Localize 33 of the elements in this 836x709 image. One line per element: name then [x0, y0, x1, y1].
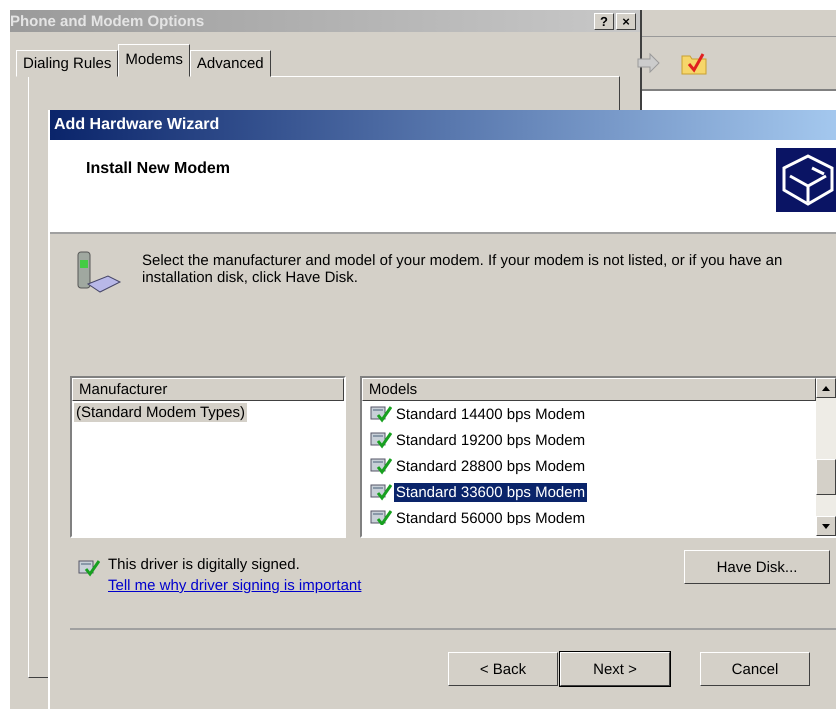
list-item[interactable]: (Standard Modem Types) — [74, 402, 247, 422]
up-arrow-icon[interactable] — [822, 386, 830, 390]
list-item[interactable]: Standard 14400 bps Modem — [394, 404, 588, 424]
help-button[interactable]: ? — [594, 12, 614, 30]
tab[interactable]: Modems — [118, 44, 190, 77]
wizard-title: Add Hardware Wizard — [50, 110, 836, 140]
wizard-button[interactable]: Cancel — [700, 652, 810, 686]
have-disk-button[interactable]: Have Disk... — [684, 550, 830, 584]
signed-driver-icon — [370, 508, 392, 525]
close-button[interactable]: × — [616, 12, 636, 30]
column-header[interactable]: Models — [362, 378, 816, 401]
scroll-thumb[interactable] — [816, 458, 836, 495]
page-heading: Install New Modem — [86, 160, 230, 179]
signed-driver-icon — [370, 482, 392, 502]
signed-driver-icon — [78, 558, 100, 578]
list-item[interactable]: Standard 28800 bps Modem — [394, 456, 588, 476]
scrollbar[interactable] — [816, 378, 836, 536]
column-header[interactable]: Manufacturer — [72, 378, 344, 401]
list-item[interactable]: Standard 19200 bps Modem — [394, 430, 588, 450]
signed-driver-icon — [370, 430, 392, 450]
wizard-button[interactable]: < Back — [448, 652, 558, 686]
arrow-icon[interactable] — [636, 51, 660, 75]
instruction-text: Select the manufacturer and model of your modem. If your modem is not listed, or if you have an installation disk, click Have Disk. — [142, 252, 784, 288]
tab[interactable]: Advanced — [190, 50, 271, 77]
signed-driver-icon — [370, 456, 392, 476]
driver-signing-link[interactable]: Tell me why driver signing is important — [108, 577, 362, 594]
tab[interactable]: Dialing Rules — [16, 50, 118, 77]
down-arrow-icon[interactable] — [822, 524, 830, 528]
window-title: Phone and Modem Options — [10, 12, 204, 30]
signed-text: This driver is digitally signed. — [108, 556, 301, 573]
signed-driver-icon — [370, 404, 392, 424]
wizard-button[interactable]: Next > — [560, 652, 670, 686]
list-item[interactable]: Standard 33600 bps Modem — [394, 482, 588, 502]
